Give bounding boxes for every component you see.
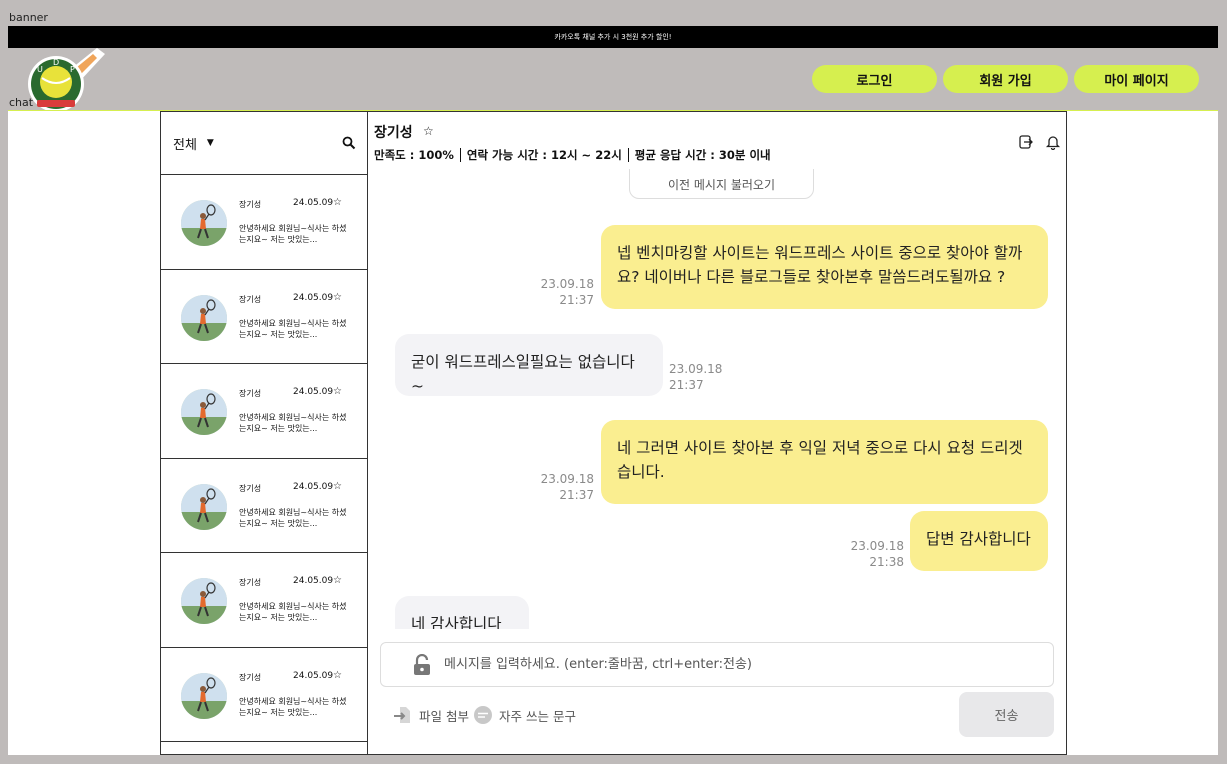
lock-icon[interactable] xyxy=(412,654,432,676)
favorite-star-icon[interactable]: ☆ xyxy=(423,124,434,138)
bell-icon[interactable] xyxy=(1045,134,1061,150)
svg-text:D: D xyxy=(53,58,59,67)
chat-list: 장기성 24.05.09 ☆ 안녕하세요 회원님~식사는 하셨는지요~ 저는 맛… xyxy=(161,175,368,742)
avg-response-stat: 평균 응답 시간 : 30분 이내 xyxy=(634,148,771,162)
favorite-star-icon[interactable]: ☆ xyxy=(333,575,342,586)
exit-room-icon[interactable] xyxy=(1018,134,1034,150)
caret-down-icon: ▼ xyxy=(206,138,214,148)
signup-button[interactable]: 회원 가입 xyxy=(943,65,1068,93)
chat-list-item[interactable]: 장기성 24.05.09 ☆ 안녕하세요 회원님~식사는 하셨는지요~ 저는 맛… xyxy=(161,364,368,459)
chat-list-item[interactable]: 장기성 24.05.09 ☆ 안녕하세요 회원님~식사는 하셨는지요~ 저는 맛… xyxy=(161,459,368,553)
chat-list-item[interactable]: 장기성 24.05.09 ☆ 안녕하세요 회원님~식사는 하셨는지요~ 저는 맛… xyxy=(161,553,368,648)
favorite-star-icon[interactable]: ☆ xyxy=(333,670,342,681)
attach-file-label: 파일 첨부 xyxy=(419,708,469,724)
message-composer xyxy=(380,642,1054,687)
chat-list-item-preview: 안녕하세요 회원님~식사는 하셨는지요~ 저는 맛있는... xyxy=(239,318,347,339)
chat-list-item[interactable]: 장기성 24.05.09 ☆ 안녕하세요 회원님~식사는 하셨는지요~ 저는 맛… xyxy=(161,175,368,270)
avatar xyxy=(181,483,227,530)
chat-list-item-date: 24.05.09 xyxy=(293,387,334,397)
avatar xyxy=(181,389,227,435)
attach-file-button[interactable]: 파일 첨부 xyxy=(393,705,469,725)
filter-dropdown[interactable]: 전체 ▼ xyxy=(173,134,214,153)
message-bubble-sent: 네 그러면 사이트 찾아본 후 익일 저녁 중으로 다시 요청 드리겟습니다. xyxy=(601,420,1048,504)
satisfaction-stat: 만족도 : 100% xyxy=(374,148,454,162)
chat-list-item-date: 24.05.09 xyxy=(293,670,334,681)
stat-divider xyxy=(627,148,629,162)
chat-list-item-date: 24.05.09 xyxy=(293,481,334,492)
chat-list-item-preview: 안녕하세요 회원님~식사는 하셨는지요~ 저는 맛있는... xyxy=(239,413,347,433)
chat-list-item-preview: 안녕하세요 회원님~식사는 하셨는지요~ 저는 맛있는... xyxy=(239,507,347,528)
chat-list-item-date: 24.05.09 xyxy=(293,292,334,303)
message-bubble-received: 굳이 워드프레스일필요는 없습니다 ~ xyxy=(395,334,663,396)
send-button[interactable]: 전송 xyxy=(959,692,1054,737)
chat-list-item-preview: 안녕하세요 회원님~식사는 하셨는지요~ 저는 맛있는... xyxy=(239,696,347,717)
message-list: 이전 메시지 불러오기 넵 벤치마킹할 사이트는 워드프레스 사이트 중으로 찾… xyxy=(368,169,1066,629)
chat-filter-row: 전체 ▼ xyxy=(161,112,368,175)
message-timestamp: 23.09.18 21:37 xyxy=(540,277,594,307)
message-bubble-sent: 답변 감사합니다 xyxy=(910,511,1048,571)
favorite-star-icon[interactable]: ☆ xyxy=(333,481,342,492)
message-bubble-sent: 넵 벤치마킹할 사이트는 워드프레스 사이트 중으로 찾아야 할까요? 네이버나… xyxy=(601,225,1048,309)
stat-divider xyxy=(459,148,461,162)
favorite-star-icon[interactable]: ☆ xyxy=(333,386,342,397)
banner-label: banner xyxy=(9,11,48,24)
chat-list-item-name: 장기성 xyxy=(239,389,262,398)
avatar xyxy=(181,294,227,341)
room-name: 장기성 xyxy=(374,125,413,141)
message-timestamp: 23.09.18 21:37 xyxy=(669,362,723,392)
conversation-panel: 장기성 ☆ 만족도 : 100% 연락 가능 시간 : 12시 ~ 22시 평균… xyxy=(367,111,1067,755)
chat-list-item-name: 장기성 xyxy=(239,672,262,682)
logo[interactable]: U D P xyxy=(27,48,107,110)
chat-list-item-preview: 안녕하세요 회원님~식사는 하셨는지요~ 저는 맛있는... xyxy=(239,602,347,622)
frequent-phrases-button[interactable]: 자주 쓰는 문구 xyxy=(473,705,576,725)
attach-file-icon xyxy=(394,707,410,723)
load-older-messages-button[interactable]: 이전 메시지 불러오기 xyxy=(629,169,814,199)
chat-list-item-date: 24.05.09 xyxy=(293,576,334,586)
chat-list-item[interactable]: 장기성 24.05.09 ☆ 안녕하세요 회원님~식사는 하셨는지요~ 저는 맛… xyxy=(161,270,368,364)
frequent-phrases-label: 자주 쓰는 문구 xyxy=(499,708,576,724)
login-button[interactable]: 로그인 xyxy=(812,65,937,93)
svg-text:U: U xyxy=(37,65,43,74)
message-input[interactable] xyxy=(444,651,1004,678)
contact-hours-stat: 연락 가능 시간 : 12시 ~ 22시 xyxy=(466,148,622,162)
avatar xyxy=(181,578,227,624)
mypage-button[interactable]: 마이 페이지 xyxy=(1074,65,1199,93)
avatar xyxy=(181,672,227,719)
promo-banner-text: 카카오톡 채널 추가 시 3천원 추가 할인! xyxy=(554,33,672,41)
favorite-star-icon[interactable]: ☆ xyxy=(333,292,342,303)
chat-list-item-date: 24.05.09 xyxy=(293,198,334,208)
chat-list-panel: 전체 ▼ 장기성 24.05.09 ☆ 안녕하세요 회원님~식사는 하셨는지요~… xyxy=(160,111,368,755)
promo-banner[interactable]: 카카오톡 채널 추가 시 3천원 추가 할인! xyxy=(8,26,1218,48)
chat-list-item[interactable]: 장기성 24.05.09 ☆ 안녕하세요 회원님~식사는 하셨는지요~ 저는 맛… xyxy=(161,648,368,742)
chat-list-item-name: 장기성 xyxy=(239,294,262,304)
message-bubble-received: 네 감사합니다 xyxy=(395,596,529,629)
chat-list-item-name: 장기성 xyxy=(239,200,262,209)
chat-list-item-preview: 안녕하세요 회원님~식사는 하셨는지요~ 저는 맛있는... xyxy=(239,224,347,244)
favorite-star-icon[interactable]: ☆ xyxy=(333,197,342,208)
speech-bubble-icon xyxy=(474,706,492,724)
avatar xyxy=(181,200,227,246)
message-timestamp: 23.09.18 21:37 xyxy=(540,472,594,502)
search-icon[interactable] xyxy=(342,136,356,150)
filter-dropdown-label: 전체 xyxy=(173,137,197,153)
room-stats: 만족도 : 100% 연락 가능 시간 : 12시 ~ 22시 평균 응답 시간… xyxy=(374,147,771,163)
chat-list-item-name: 장기성 xyxy=(239,578,262,587)
message-timestamp: 23.09.18 21:38 xyxy=(850,539,904,569)
svg-text:P: P xyxy=(70,65,75,74)
chat-list-item-name: 장기성 xyxy=(239,483,262,493)
